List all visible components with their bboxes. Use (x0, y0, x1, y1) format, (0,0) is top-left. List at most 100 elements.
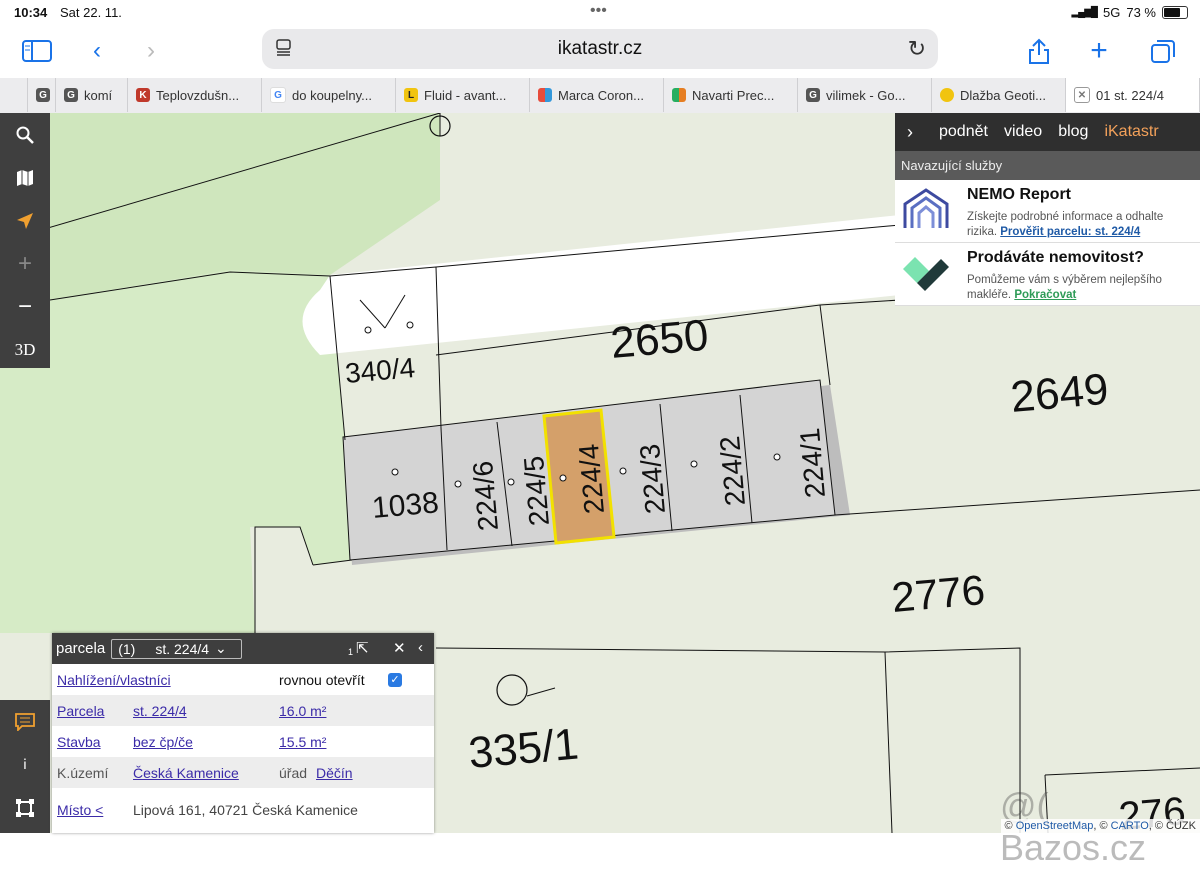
parcel-label-340-4: 340/4 (344, 352, 417, 389)
tab-9[interactable]: Dlažba Geoti... (932, 78, 1066, 112)
reload-icon[interactable]: ↻ (908, 36, 926, 62)
select-area-icon[interactable] (0, 786, 50, 829)
cuzk-label: ČÚZK (1166, 820, 1196, 832)
tab-5[interactable]: L Fluid - avant... (396, 78, 530, 112)
search-icon[interactable] (0, 113, 50, 156)
zoom-in-button[interactable]: + (0, 242, 50, 285)
new-tab-icon[interactable]: + (1082, 34, 1116, 67)
parcel-label-224-4: 224/4 (573, 443, 610, 516)
reader-icon[interactable] (276, 39, 292, 57)
map-toolbar: + − 3D (0, 113, 50, 368)
tab-label: Teplovzdušn... (156, 87, 240, 103)
attrib-sep: , © (1093, 820, 1108, 832)
continue-link[interactable]: Pokračovat (1014, 289, 1076, 301)
parcel-select[interactable]: (1) st. 224/4 ⌄ (111, 638, 243, 659)
service-sell[interactable]: Prodáváte nemovitost? Pomůžeme vám s výb… (895, 243, 1200, 306)
nav-video[interactable]: video (1004, 123, 1042, 141)
parcel-label-335-1: 335/1 (467, 720, 581, 778)
battery-label: 73 % (1126, 5, 1156, 20)
tab-label: komí (84, 87, 113, 103)
3d-button[interactable]: 3D (0, 328, 50, 371)
ownership-link[interactable]: Nahlížení/vlastníci (57, 672, 171, 688)
collapse-icon[interactable]: ‹ (418, 639, 423, 656)
parcel-label-224-2: 224/2 (714, 435, 751, 508)
info-title: parcela (56, 640, 106, 657)
status-bar: 10:34 Sat 22. 11. ••• ▂▄▆█ 5G 73 % (0, 0, 1200, 26)
tab-0[interactable] (0, 78, 28, 112)
tab-4[interactable]: Gdo koupelny... (262, 78, 396, 112)
nav-podnet[interactable]: podnět (939, 123, 988, 141)
territory-link[interactable]: Česká Kamenice (133, 765, 239, 781)
map-layers-icon[interactable] (0, 156, 50, 199)
map-toolbar-bottom: ⅰ (0, 700, 50, 833)
check-parcel-link[interactable]: Prověřit parcelu: st. 224/4 (1000, 226, 1140, 238)
multitask-dots-icon[interactable]: ••• (590, 2, 607, 20)
services-panel: › podnět video blog iKatastr Navazující … (895, 113, 1200, 306)
row-parcel: Parcela st. 224/4 16.0 m² (52, 695, 434, 726)
location-link[interactable]: Místo < (57, 802, 103, 818)
parcel-number-link[interactable]: st. 224/4 (133, 703, 187, 719)
tab-7[interactable]: Navarti Prec... (664, 78, 798, 112)
tab-label: Dlažba Geoti... (960, 87, 1046, 103)
tab-active[interactable]: ✕ 01 st. 224/4 (1066, 78, 1200, 112)
tab-6[interactable]: Marca Coron... (530, 78, 664, 112)
chevron-down-icon: ⌄ (215, 640, 227, 656)
open-directly-checkbox[interactable]: ✓ (388, 672, 402, 687)
google-icon: G (36, 88, 50, 102)
office-link[interactable]: Děčín (316, 765, 353, 781)
parcel-label-224-6: 224/6 (467, 460, 504, 533)
tab-label: vilimek - Go... (826, 87, 906, 103)
zoom-out-button[interactable]: − (0, 285, 50, 328)
close-icon[interactable]: ✕ (393, 639, 406, 657)
building-area-link[interactable]: 15.5 m² (279, 734, 326, 750)
osm-link[interactable]: OpenStreetMap (1016, 820, 1094, 832)
parcel-selected: st. 224/4 (155, 640, 210, 657)
nav-ikatastr[interactable]: iKatastr (1104, 123, 1158, 141)
nav-blog[interactable]: blog (1058, 123, 1088, 141)
google-icon: G (270, 87, 286, 103)
tab-2[interactable]: Gkomí (56, 78, 128, 112)
location-arrow-icon[interactable] (0, 199, 50, 242)
comment-icon[interactable] (0, 700, 50, 743)
sidebar-icon[interactable] (20, 36, 54, 66)
tab-1[interactable]: G (28, 78, 56, 112)
parcel-count: (1) (118, 640, 136, 657)
office-label: úřad (279, 764, 308, 781)
open-directly-label: rovnou otevřít (279, 671, 365, 688)
attrib-prefix: © (1004, 820, 1013, 832)
row-building: Stavba bez čp/če 15.5 m² (52, 726, 434, 757)
parcel-label-1038: 1038 (371, 486, 440, 525)
measure-icon[interactable]: ⅰ (0, 743, 50, 786)
back-icon[interactable]: ‹ (80, 36, 114, 66)
parcel-area-link[interactable]: 16.0 m² (279, 703, 326, 719)
tab-label: Navarti Prec... (692, 87, 775, 103)
status-time: 10:34 (14, 5, 48, 20)
building-link[interactable]: Stavba (57, 734, 101, 750)
google-icon: G (64, 88, 78, 102)
signal-icon: ▂▄▆█ (1071, 7, 1098, 18)
parcel-link[interactable]: Parcela (57, 703, 104, 719)
share-icon[interactable]: ⇱ (356, 639, 369, 657)
building-number-link[interactable]: bez čp/če (133, 734, 193, 750)
row-territory: K.území Česká Kamenice úřad Děčín (52, 757, 434, 788)
panel-nav: › podnět video blog iKatastr (895, 113, 1200, 151)
service-title: Prodáváte nemovitost? (967, 249, 1144, 266)
tab-3[interactable]: K Teplovzdušn... (128, 78, 262, 112)
status-date: Sat 22. 11. (60, 5, 122, 20)
tab-label: 01 st. 224/4 (1096, 87, 1164, 103)
row-location: Místo < Lipová 161, 40721 Česká Kamenice (52, 788, 434, 832)
share-count: 1 (348, 647, 354, 657)
forward-icon[interactable]: › (134, 36, 168, 66)
collapse-panel-icon[interactable]: › (907, 122, 913, 143)
tab-8[interactable]: Gvilimek - Go... (798, 78, 932, 112)
carto-link[interactable]: CARTO (1111, 820, 1149, 832)
k-favicon-icon: K (136, 88, 150, 102)
tabs-overview-icon[interactable] (1146, 36, 1180, 66)
close-tab-icon[interactable]: ✕ (1074, 87, 1090, 103)
share-icon[interactable] (1022, 36, 1056, 66)
tab-label: Fluid - avant... (424, 87, 507, 103)
service-nemo[interactable]: NEMO Report Získejte podrobné informace … (895, 180, 1200, 243)
address-bar[interactable]: ikatastr.cz ↻ (262, 29, 938, 69)
parcel-label-224-5: 224/5 (518, 455, 555, 528)
duck-favicon-icon (940, 88, 954, 102)
